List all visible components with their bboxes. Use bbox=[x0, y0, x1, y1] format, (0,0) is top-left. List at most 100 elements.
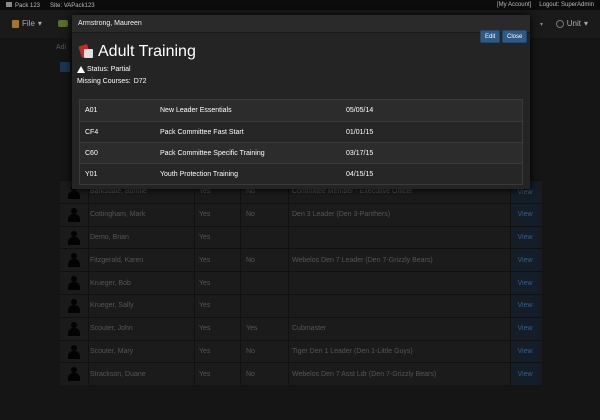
course-row: A01 New Leader Essentials 05/05/14 bbox=[80, 100, 522, 121]
view-button[interactable]: View bbox=[511, 340, 539, 363]
avatar-icon bbox=[68, 321, 80, 336]
side-label: Adi bbox=[56, 44, 67, 51]
group-icon[interactable] bbox=[58, 20, 68, 27]
avatar-icon bbox=[68, 230, 80, 245]
edit-button[interactable]: Edit bbox=[480, 30, 501, 43]
position-value: Webelos Den 7 Asst Ldr (Den 7-Grizzly Be… bbox=[292, 370, 437, 378]
course-date: 05/05/14 bbox=[346, 107, 374, 114]
trained-value: No bbox=[246, 188, 255, 196]
member-name: Strackson, Duane bbox=[90, 370, 146, 378]
avatar-icon bbox=[68, 207, 80, 222]
modal-heading: Adult Training bbox=[78, 43, 196, 61]
view-button[interactable]: View bbox=[511, 272, 539, 295]
missing-courses-value: D72 bbox=[133, 78, 147, 85]
trained-value: No bbox=[246, 256, 255, 264]
course-date: 01/01/15 bbox=[346, 128, 374, 136]
modal-title: Adult Training bbox=[98, 43, 196, 60]
trained-value: No bbox=[246, 370, 255, 378]
position-value: Tiger Den 1 Leader (Den 1-Little Guys) bbox=[292, 347, 413, 355]
view-button[interactable]: View bbox=[511, 317, 539, 340]
books-icon bbox=[78, 43, 93, 59]
course-code: A01 bbox=[85, 107, 98, 114]
registered-value: Yes bbox=[199, 188, 211, 196]
course-code: CF4 bbox=[85, 128, 99, 136]
registered-value: Yes bbox=[199, 302, 211, 310]
trained-value: No bbox=[246, 211, 255, 219]
registered-value: Yes bbox=[199, 256, 211, 264]
chevron-down-icon: ▾ bbox=[583, 19, 588, 28]
table-row: Strackson, Duane Yes No Webelos Den 7 Asst … bbox=[60, 362, 542, 386]
member-name: Scouter, Mary bbox=[90, 347, 134, 355]
course-name: Pack Committee Fast Start bbox=[160, 128, 244, 136]
avatar-icon bbox=[68, 276, 80, 291]
home-icon bbox=[6, 2, 12, 7]
warning-icon bbox=[77, 66, 85, 73]
modal-header: Armstrong, Maureen bbox=[72, 15, 530, 33]
avatar-icon bbox=[68, 298, 80, 313]
avatar-icon bbox=[68, 253, 80, 268]
course-date: 03/17/15 bbox=[346, 149, 374, 157]
view-button[interactable]: View bbox=[511, 363, 539, 386]
training-status: Status: Partial bbox=[77, 66, 131, 73]
course-name: Youth Protection Training bbox=[160, 170, 238, 178]
pack-label[interactable]: Pack 123 bbox=[6, 2, 40, 9]
avatar-icon bbox=[68, 344, 80, 359]
side-tab-button[interactable] bbox=[60, 62, 70, 72]
close-button[interactable]: Close bbox=[502, 30, 528, 43]
registered-value: Yes bbox=[199, 233, 211, 241]
position-value: Den 3 Leader (Den 3-Panthers) bbox=[292, 211, 391, 219]
course-name: New Leader Essentials bbox=[160, 107, 232, 114]
file-icon bbox=[12, 19, 19, 28]
avatar-icon bbox=[68, 367, 80, 382]
file-menu[interactable]: File ▾ bbox=[12, 19, 42, 28]
registered-value: Yes bbox=[199, 347, 211, 355]
position-value: Cubmaster bbox=[292, 325, 327, 333]
unit-menu[interactable]: Unit ▾ bbox=[555, 19, 588, 28]
table-row: Fitzgerald, Karen Yes No Webelos Den 7 Lead… bbox=[60, 248, 542, 272]
chevron-down-icon[interactable]: ▾ bbox=[540, 21, 543, 28]
chevron-down-icon: ▾ bbox=[37, 19, 42, 28]
course-code: C60 bbox=[85, 149, 98, 157]
course-row: Y01 Youth Protection Training 04/15/15 bbox=[80, 163, 522, 184]
member-name: Barksdale, Bonnie bbox=[90, 188, 147, 196]
view-button[interactable]: View bbox=[511, 203, 539, 226]
adult-training-modal: Armstrong, Maureen Edit Close Adult Trai… bbox=[72, 15, 530, 189]
my-account-link[interactable]: [My Account] bbox=[497, 2, 531, 8]
member-name: Demo, Brian bbox=[90, 233, 129, 241]
view-button[interactable]: View bbox=[511, 249, 539, 272]
course-code: Y01 bbox=[85, 170, 98, 178]
course-row: CF4 Pack Committee Fast Start 01/01/15 bbox=[80, 121, 522, 142]
table-row: Cottingham, Mark Yes No Den 3 Leader (Den 3… bbox=[60, 202, 542, 226]
course-name: Pack Committee Specific Training bbox=[160, 149, 265, 157]
site-label: Site: VAPack123 bbox=[50, 2, 95, 9]
registered-value: Yes bbox=[199, 325, 211, 333]
trained-value: No bbox=[246, 347, 255, 355]
table-row: Scouter, John Yes Yes Cubmaster View bbox=[60, 316, 542, 340]
view-button[interactable]: View bbox=[511, 226, 539, 249]
member-name: Cottingham, Mark bbox=[90, 211, 146, 219]
table-row: Scouter, Mary Yes No Tiger Den 1 Leader (De… bbox=[60, 339, 542, 363]
member-name: Krueger, Bob bbox=[90, 279, 131, 287]
course-date: 04/15/15 bbox=[346, 170, 374, 178]
table-row: Krueger, Sally Yes View bbox=[60, 293, 542, 317]
table-row: Demo, Brian Yes View bbox=[60, 225, 542, 249]
position-value: Committee Member - Executive Officer bbox=[292, 188, 413, 196]
registered-value: Yes bbox=[199, 370, 211, 378]
logout-link[interactable]: Logout: SuperAdmin bbox=[539, 2, 594, 8]
member-table: Barksdale, Bonnie Yes No Committee Member -… bbox=[60, 180, 542, 386]
position-value: Webelos Den 7 Leader (Den 7-Grizzly Bear… bbox=[292, 256, 433, 264]
courses-table: A01 New Leader Essentials 05/05/14 CF4 Pack … bbox=[79, 99, 523, 185]
registered-value: Yes bbox=[199, 279, 211, 287]
missing-courses: Missing Courses: D72 bbox=[77, 78, 147, 85]
modal-person-name: Armstrong, Maureen bbox=[78, 20, 142, 27]
member-name: Scouter, John bbox=[90, 325, 133, 333]
member-name: Krueger, Sally bbox=[90, 302, 134, 310]
system-bar: Pack 123 Site: VAPack123 [My Account] Lo… bbox=[0, 0, 600, 10]
trained-value: Yes bbox=[246, 325, 258, 333]
unit-icon bbox=[555, 19, 564, 28]
view-button[interactable]: View bbox=[511, 294, 539, 317]
table-row: Krueger, Bob Yes View bbox=[60, 271, 542, 295]
course-row: C60 Pack Committee Specific Training 03/17… bbox=[80, 142, 522, 163]
registered-value: Yes bbox=[199, 211, 211, 219]
member-name: Fitzgerald, Karen bbox=[90, 256, 144, 264]
